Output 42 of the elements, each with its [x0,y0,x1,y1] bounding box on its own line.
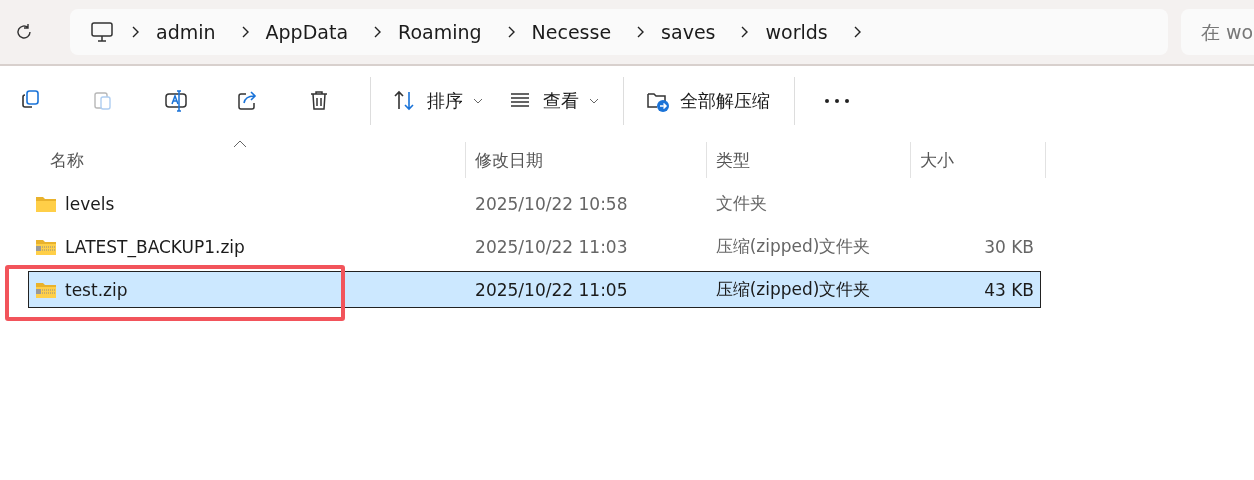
breadcrumb-item[interactable]: saves [661,21,716,43]
breadcrumb-item[interactable]: Necesse [531,21,612,43]
file-type: 文件夹 [715,192,767,215]
file-type: 压缩(zipped)文件夹 [715,278,871,301]
breadcrumb-item[interactable]: worlds [765,21,828,43]
zip-folder-icon [35,237,57,256]
dropdown-caret-icon [589,98,599,104]
chevron-icon[interactable] [372,25,383,39]
breadcrumb-item[interactable]: AppData [265,21,349,43]
extract-button[interactable]: 全部解压缩 [642,79,774,123]
file-size: 43 KB [984,279,1034,300]
file-row[interactable]: test.zip 2025/10/22 11:05 压缩(zipped)文件夹 43 KB [28,271,1041,308]
breadcrumb-item[interactable]: admin [156,21,216,43]
column-header[interactable]: 类型 [707,142,911,178]
folder-icon [35,194,57,213]
chevron-icon[interactable] [635,25,646,39]
file-type: 压缩(zipped)文件夹 [715,235,871,258]
zip-folder-icon [35,280,57,299]
column-header[interactable]: 大小 [911,142,1046,178]
modified-date: 2025/10/22 10:58 [475,193,628,214]
chevron-icon[interactable] [739,25,750,39]
file-row[interactable]: levels 2025/10/22 10:58 文件夹 [28,182,1041,225]
chevron-icon[interactable] [130,25,140,39]
rename-icon [164,89,188,113]
column-header[interactable]: 修改日期 [466,142,707,178]
dropdown-caret-icon [473,98,483,104]
modified-date: 2025/10/22 11:03 [475,236,628,257]
address-bar[interactable]: admin AppData Roaming Necesse saves worlds [70,9,1168,55]
view-button[interactable]: 查看 [505,79,603,123]
modified-date: 2025/10/22 11:05 [475,279,628,300]
column-header[interactable]: 名称 [0,142,466,178]
file-row[interactable]: LATEST_BACKUP1.zip 2025/10/22 11:03 压缩(zipped)文件夹 30 KB [28,225,1041,268]
file-name: levels [65,193,115,214]
sort-icon [393,89,417,113]
more-icon [824,98,850,104]
file-name: LATEST_BACKUP1.zip [65,236,245,257]
file-size: 30 KB [984,236,1034,257]
search-field[interactable]: 在 wo [1181,9,1254,55]
monitor-icon[interactable] [90,21,114,43]
sort-button[interactable]: 排序 [389,79,487,123]
breadcrumb-item[interactable]: Roaming [398,21,482,43]
file-name: test.zip [65,279,128,300]
